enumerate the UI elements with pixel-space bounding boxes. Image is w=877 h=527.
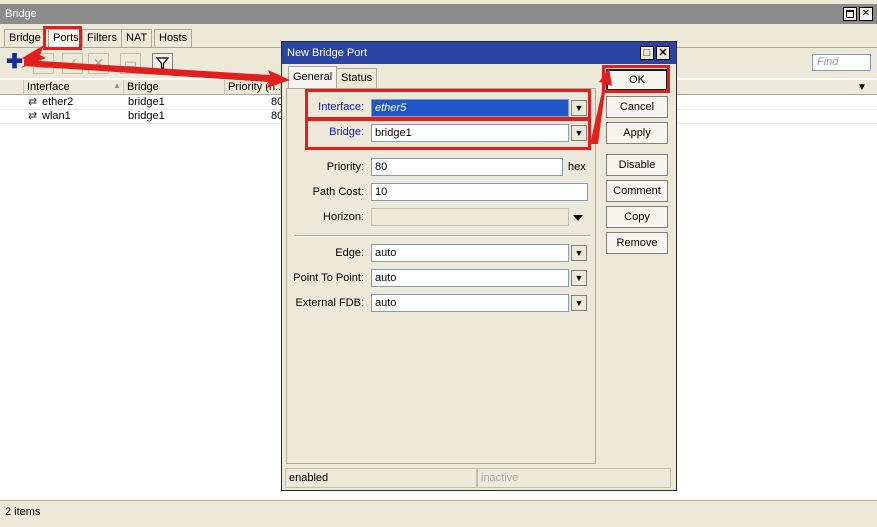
path-cost-input[interactable]: 10 xyxy=(371,183,588,201)
tab-general[interactable]: General xyxy=(288,66,338,88)
edge-label: Edge: xyxy=(335,247,364,259)
comment-button[interactable]: ▭ xyxy=(120,53,141,74)
column-interface[interactable]: Interface xyxy=(24,80,124,95)
remove-button[interactable]: ▬ xyxy=(33,53,54,74)
cross-icon: ✕ xyxy=(92,55,105,71)
minus-icon: ▬ xyxy=(36,55,51,71)
filter-icon xyxy=(155,57,170,71)
highlight-ports-tab xyxy=(43,26,82,50)
dialog-titlebar: New Bridge Port □ ✕ xyxy=(282,42,676,64)
tab-status[interactable]: Status xyxy=(336,68,378,88)
filter-button[interactable] xyxy=(152,53,173,74)
column-priority[interactable]: Priority (h... xyxy=(225,80,281,95)
highlight-bridge-field xyxy=(305,118,591,150)
priority-unit: hex xyxy=(568,161,586,173)
path-cost-label: Path Cost: xyxy=(312,186,364,198)
interface-icon: ⇄ xyxy=(28,110,38,122)
enable-button[interactable]: ✓ xyxy=(62,53,83,74)
disable-button[interactable]: Disable xyxy=(606,154,668,176)
highlight-interface-field xyxy=(305,89,591,120)
status-bar: 2 items xyxy=(0,500,877,527)
add-button[interactable]: ✚ xyxy=(4,51,25,74)
close-button[interactable]: ✕ xyxy=(859,7,873,21)
find-input[interactable]: Find xyxy=(812,54,871,71)
interface-icon: ⇄ xyxy=(28,96,38,108)
dialog-status-running: inactive xyxy=(477,468,671,488)
external-fdb-label: External FDB: xyxy=(295,297,364,309)
cell-interface: wlan1 xyxy=(42,110,71,122)
item-count: 2 items xyxy=(5,506,41,518)
comment-button[interactable]: Comment xyxy=(606,180,668,202)
cell-interface: ether2 xyxy=(42,96,74,108)
dialog-title: New Bridge Port xyxy=(287,47,368,59)
window-title: Bridge xyxy=(5,8,37,20)
priority-input[interactable]: 80 xyxy=(371,158,563,176)
window-titlebar: Bridge ✕ xyxy=(0,4,877,24)
edge-select[interactable]: auto xyxy=(371,244,569,262)
sort-asc-icon: ▲ xyxy=(113,81,121,90)
copy-button[interactable]: Copy xyxy=(606,206,668,228)
tab-hosts[interactable]: Hosts xyxy=(154,29,193,47)
disable-button[interactable]: ✕ xyxy=(88,53,109,74)
horizon-input[interactable] xyxy=(371,208,569,226)
cell-bridge: bridge1 xyxy=(128,96,165,108)
priority-label: Priority: xyxy=(326,161,364,173)
dropdown-arrow-icon[interactable]: ▼ xyxy=(571,270,587,286)
tab-nat[interactable]: NAT xyxy=(121,29,153,47)
column-bridge[interactable]: Bridge xyxy=(124,80,225,95)
point-to-point-label: Point To Point: xyxy=(293,272,364,284)
check-icon: ✓ xyxy=(66,55,79,71)
dialog-status-enabled: enabled xyxy=(285,468,477,488)
divider xyxy=(295,235,591,237)
dropdown-arrow-icon[interactable]: ▼ xyxy=(571,245,587,261)
maximize-button[interactable] xyxy=(843,7,857,21)
tab-filters[interactable]: Filters xyxy=(82,29,122,47)
column-flags[interactable] xyxy=(0,80,24,95)
dialog-maximize-button[interactable]: □ xyxy=(640,46,654,60)
plus-icon: ✚ xyxy=(6,51,23,73)
dialog-close-button[interactable]: ✕ xyxy=(656,46,670,60)
cancel-button[interactable]: Cancel xyxy=(606,96,668,118)
apply-button[interactable]: Apply xyxy=(606,122,668,144)
external-fdb-select[interactable]: auto xyxy=(371,294,569,312)
point-to-point-select[interactable]: auto xyxy=(371,269,569,287)
expand-arrow-icon[interactable] xyxy=(573,215,583,221)
tab-bridge[interactable]: Bridge xyxy=(4,29,46,47)
remove-button[interactable]: Remove xyxy=(606,232,668,254)
horizon-label: Horizon: xyxy=(323,211,364,223)
column-chooser-icon[interactable]: ▼ xyxy=(857,82,867,93)
highlight-ok-button xyxy=(602,65,670,93)
comment-icon: ▭ xyxy=(123,55,138,71)
dropdown-arrow-icon[interactable]: ▼ xyxy=(571,295,587,311)
cell-bridge: bridge1 xyxy=(128,110,165,122)
